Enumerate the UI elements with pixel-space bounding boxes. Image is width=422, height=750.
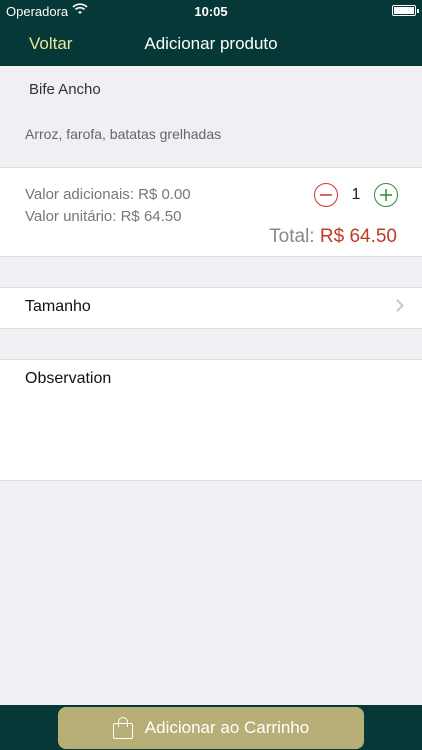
- nav-bar: Voltar Adicionar produto: [0, 22, 422, 66]
- page-title: Adicionar produto: [144, 34, 278, 53]
- total-label: Total:: [269, 226, 315, 247]
- shopping-bag-icon: [112, 717, 133, 739]
- increment-button[interactable]: [374, 183, 398, 207]
- add-to-cart-button[interactable]: Adicionar ao Carrinho: [58, 707, 364, 749]
- product-info: Bife Ancho Arroz, farofa, batatas grelha…: [0, 66, 422, 167]
- status-bar: Operadora 10:05: [0, 0, 422, 22]
- clock: 10:05: [194, 4, 228, 19]
- size-label: Tamanho: [25, 298, 91, 315]
- decrement-button[interactable]: [314, 183, 338, 207]
- product-description: Arroz, farofa, batatas grelhadas: [25, 126, 222, 142]
- size-row[interactable]: Tamanho: [0, 287, 422, 329]
- add-to-cart-label: Adicionar ao Carrinho: [144, 718, 310, 737]
- total-value: R$ 64.50: [319, 226, 397, 247]
- additional-value: Valor adicionais: R$ 0.00: [25, 186, 191, 203]
- footer-bar: Adicionar ao Carrinho: [0, 705, 422, 750]
- unit-value: Valor unitário: R$ 64.50: [25, 208, 182, 225]
- chevron-right-icon: [391, 299, 404, 312]
- minus-icon: [320, 194, 332, 196]
- total-price: Total: R$ 64.50: [269, 226, 397, 248]
- observation-label: Observation: [25, 370, 112, 387]
- pricing-card: Valor adicionais: R$ 0.00 Valor unitário…: [0, 167, 422, 257]
- battery-icon: [392, 5, 419, 16]
- quantity-value: 1: [351, 186, 361, 203]
- product-name: Bife Ancho: [29, 81, 101, 98]
- quantity-stepper: 1: [314, 183, 398, 207]
- plus-icon: [380, 189, 392, 201]
- observation-field[interactable]: Observation: [0, 359, 422, 481]
